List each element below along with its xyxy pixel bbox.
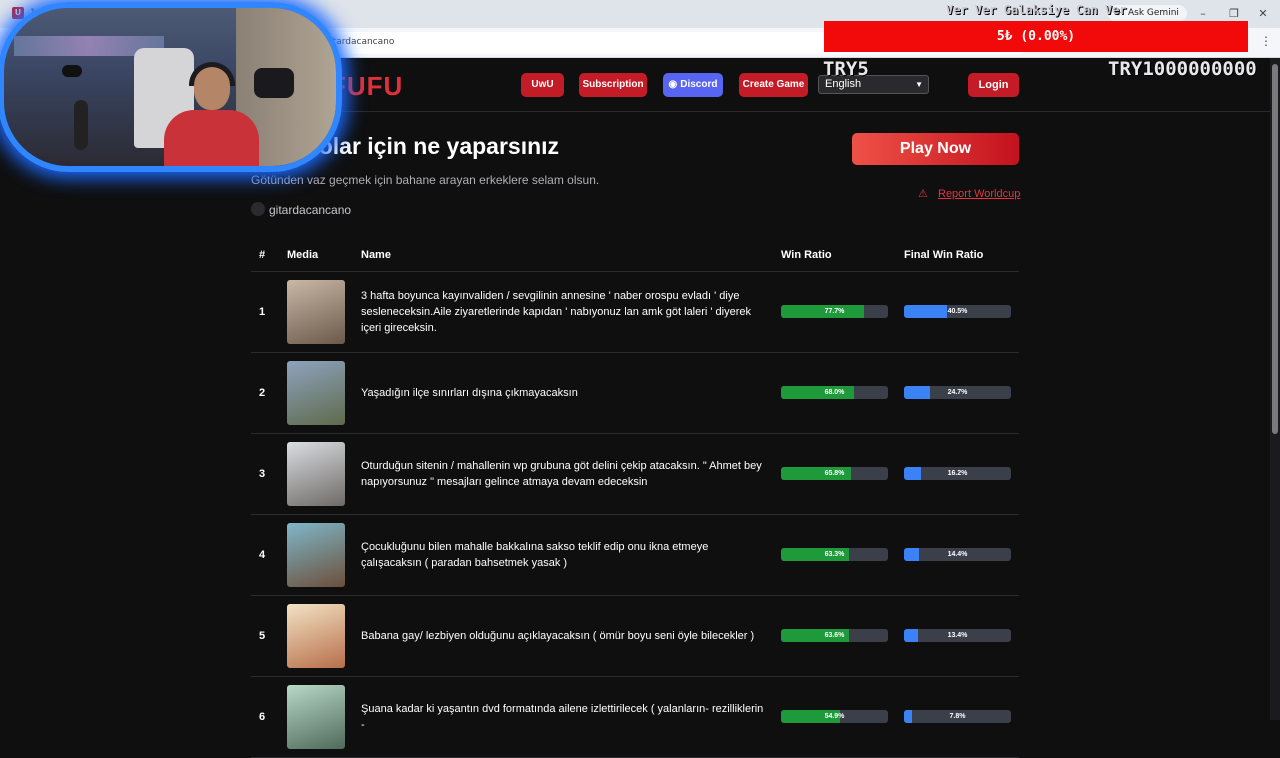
header-rank: # [259,249,266,261]
discord-button[interactable]: ◉ Discord [663,73,723,97]
row-name: Yaşadığın ilçe sınırları dışına çıkmayac… [361,353,766,433]
webcam-overlay [0,2,342,172]
header-media: Media [287,249,319,261]
row-rank: 1 [259,306,266,318]
row-name: Babana gay/ lezbiyen olduğunu açıklayaca… [361,596,766,676]
row-rank: 4 [259,549,266,561]
siren-icon: ⚠ [918,188,928,200]
final-win-ratio-value: 16.2% [947,470,968,477]
avatar [251,202,265,216]
uwu-button[interactable]: UwU [521,73,564,97]
row-name-text: 3 hafta boyunca kayınvaliden / sevgilini… [361,290,752,334]
final-win-ratio-value: 13.4% [947,632,968,639]
chevron-down-icon: ▼ [915,80,923,89]
donation-goal-text: TRY1000000000 [1108,58,1257,80]
final-win-ratio-bar: 13.4% [904,629,1011,642]
row-name-text: Oturduğun sitenin / mahallenin wp grubun… [361,460,762,488]
row-rank: 6 [259,711,266,723]
media-thumbnail[interactable] [287,604,345,668]
win-ratio-bar: 68.0% [781,386,888,399]
final-win-ratio-bar: 7.8% [904,710,1011,723]
media-thumbnail[interactable] [287,442,345,506]
table-row[interactable]: 5 Babana gay/ lezbiyen olduğunu açıklayac… [251,596,1019,677]
table-row[interactable]: 4 Çocukluğunu bilen mahalle bakkalına sak… [251,515,1019,596]
final-win-ratio-value: 14.4% [947,551,968,558]
win-ratio-value: 63.6% [824,632,845,639]
row-name-text: Yaşadığın ilçe sınırları dışına çıkmayac… [361,387,578,399]
row-name-text: Şuana kadar ki yaşantın dvd formatında a… [361,703,764,731]
streamer [164,62,259,166]
table-row[interactable]: 6 Şuana kadar ki yaşantın dvd formatında … [251,677,1019,758]
author-name[interactable]: gitardacancano [269,203,351,217]
table-row[interactable]: 2 Yaşadığın ilçe sınırları dışına çıkmaya… [251,353,1019,434]
donation-min-text: TRY5 [823,58,869,80]
row-rank: 5 [259,630,266,642]
guitar-icon [74,100,88,150]
win-ratio-value: 54.9% [824,713,845,720]
media-thumbnail[interactable] [287,280,345,344]
ask-gemini-label: Ask Gemini [1128,8,1179,18]
win-ratio-value: 65.8% [824,470,845,477]
row-name: Çocukluğunu bilen mahalle bakkalına saks… [361,515,766,595]
header-name: Name [361,249,391,261]
header-final-win-ratio: Final Win Ratio [904,249,984,261]
report-worldcup-link[interactable]: ⚠ Report Worldcup [918,187,1020,200]
row-name-text: Çocukluğunu bilen mahalle bakkalına saks… [361,541,709,569]
close-icon[interactable]: ✕ [1255,6,1271,22]
streamer-body [164,110,259,166]
row-rank: 3 [259,468,266,480]
win-ratio-bar: 63.6% [781,629,888,642]
row-name: Şuana kadar ki yaşantın dvd formatında a… [361,677,766,757]
win-ratio-bar: 77.7% [781,305,888,318]
stream-ticker-text: Ver Ver Galaksiye Can Ver [946,3,1127,17]
final-win-ratio-bar: 40.5% [904,305,1011,318]
discord-label: Discord [680,79,718,90]
media-thumbnail[interactable] [287,361,345,425]
win-ratio-value: 77.7% [824,308,845,315]
gamepad-icon [62,65,82,77]
table-header: # Media Name Win Ratio Final Win Ratio [251,240,1019,272]
browser-menu-icon[interactable]: ⋮ [1260,34,1272,48]
final-win-ratio-value: 7.8% [949,713,966,720]
play-now-button[interactable]: Play Now [852,133,1019,165]
ranking-table: # Media Name Win Ratio Final Win Ratio 1… [251,240,1019,758]
minimize-icon[interactable]: – [1195,6,1211,22]
table-row[interactable]: 3 Oturduğun sitenin / mahallenin wp grubu… [251,434,1019,515]
table-row[interactable]: 1 3 hafta boyunca kayınvaliden / sevgilin… [251,272,1019,353]
login-button[interactable]: Login [968,73,1019,97]
final-win-ratio-bar: 16.2% [904,467,1011,480]
win-ratio-bar: 65.8% [781,467,888,480]
win-ratio-value: 63.3% [824,551,845,558]
discord-icon: ◉ [668,79,678,90]
restore-icon[interactable]: ❐ [1226,6,1242,22]
win-ratio-bar: 54.9% [781,710,888,723]
row-name-text: Babana gay/ lezbiyen olduğunu açıklayaca… [361,630,755,642]
media-thumbnail[interactable] [287,523,345,587]
tab-favicon-icon: U [12,7,24,19]
win-ratio-value: 68.0% [824,389,845,396]
report-label: Report Worldcup [938,188,1021,200]
row-name: 3 hafta boyunca kayınvaliden / sevgilini… [361,272,766,352]
row-rank: 2 [259,387,266,399]
donation-goal-banner: 5₺ (0.00%) [824,21,1248,52]
media-thumbnail[interactable] [287,685,345,749]
headset-icon [189,62,235,86]
row-name: Oturduğun sitenin / mahallenin wp grubun… [361,434,766,514]
final-win-ratio-value: 40.5% [947,308,968,315]
win-ratio-bar: 63.3% [781,548,888,561]
create-game-button[interactable]: Create Game [739,73,808,97]
scrollbar-thumb[interactable] [1272,64,1278,434]
subscription-button[interactable]: Subscription [579,73,647,97]
final-win-ratio-bar: 24.7% [904,386,1011,399]
table-body: 1 3 hafta boyunca kayınvaliden / sevgilin… [251,272,1019,758]
final-win-ratio-bar: 14.4% [904,548,1011,561]
page-scrollbar[interactable] [1270,58,1280,720]
header-win-ratio: Win Ratio [781,249,832,261]
microphone-icon [254,68,294,98]
page-subtitle: Götünden vaz geçmek için bahane arayan e… [251,173,600,187]
final-win-ratio-value: 24.7% [947,389,968,396]
